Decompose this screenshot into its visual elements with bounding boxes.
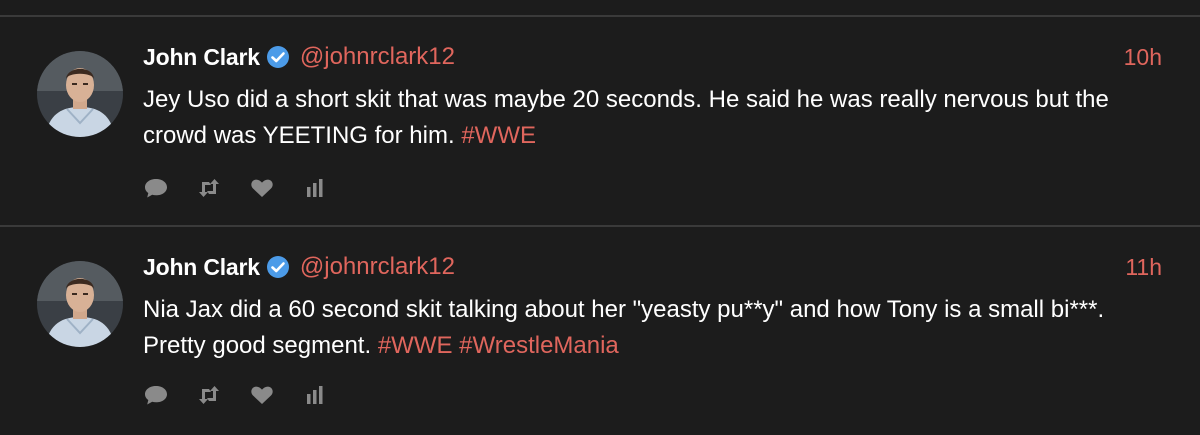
reply-icon[interactable] bbox=[143, 384, 169, 406]
divider bbox=[0, 15, 1200, 17]
timestamp[interactable]: 10h bbox=[1124, 40, 1162, 74]
tweet-body: Jey Uso did a short skit that was maybe … bbox=[143, 86, 1109, 149]
like-icon[interactable] bbox=[249, 177, 275, 199]
hashtag-link[interactable]: #WrestleMania bbox=[459, 332, 619, 359]
analytics-icon[interactable] bbox=[302, 177, 328, 199]
verified-badge-icon bbox=[266, 45, 290, 69]
retweet-icon[interactable] bbox=[196, 177, 222, 199]
verified-badge-icon bbox=[266, 255, 290, 279]
like-icon[interactable] bbox=[249, 384, 275, 406]
timestamp[interactable]: 11h bbox=[1125, 250, 1162, 284]
tweet[interactable]: John Clark @johnrclark12 11h Nia Jax did… bbox=[0, 250, 1200, 430]
tweet-text: Nia Jax did a 60 second skit talking abo… bbox=[143, 292, 1153, 364]
tweet-text: Jey Uso did a short skit that was maybe … bbox=[143, 82, 1153, 154]
tweet-actions bbox=[143, 177, 355, 199]
hashtag-link[interactable]: #WWE bbox=[378, 332, 453, 359]
tweet-header: John Clark @johnrclark12 bbox=[143, 250, 455, 284]
reply-icon[interactable] bbox=[143, 177, 169, 199]
avatar[interactable] bbox=[37, 261, 123, 347]
author-name[interactable]: John Clark bbox=[143, 44, 260, 71]
tweet-body: Nia Jax did a 60 second skit talking abo… bbox=[143, 296, 1105, 359]
author-handle[interactable]: @johnrclark12 bbox=[300, 43, 455, 71]
divider bbox=[0, 225, 1200, 227]
tweet-actions bbox=[143, 384, 355, 406]
tweet[interactable]: John Clark @johnrclark12 10h Jey Uso did… bbox=[0, 40, 1200, 220]
author-handle[interactable]: @johnrclark12 bbox=[300, 253, 455, 281]
timeline: John Clark @johnrclark12 10h Jey Uso did… bbox=[0, 0, 1200, 435]
retweet-icon[interactable] bbox=[196, 384, 222, 406]
hashtag-link[interactable]: #WWE bbox=[461, 122, 536, 149]
author-name[interactable]: John Clark bbox=[143, 254, 260, 281]
avatar[interactable] bbox=[37, 51, 123, 137]
analytics-icon[interactable] bbox=[302, 384, 328, 406]
tweet-header: John Clark @johnrclark12 bbox=[143, 40, 455, 74]
